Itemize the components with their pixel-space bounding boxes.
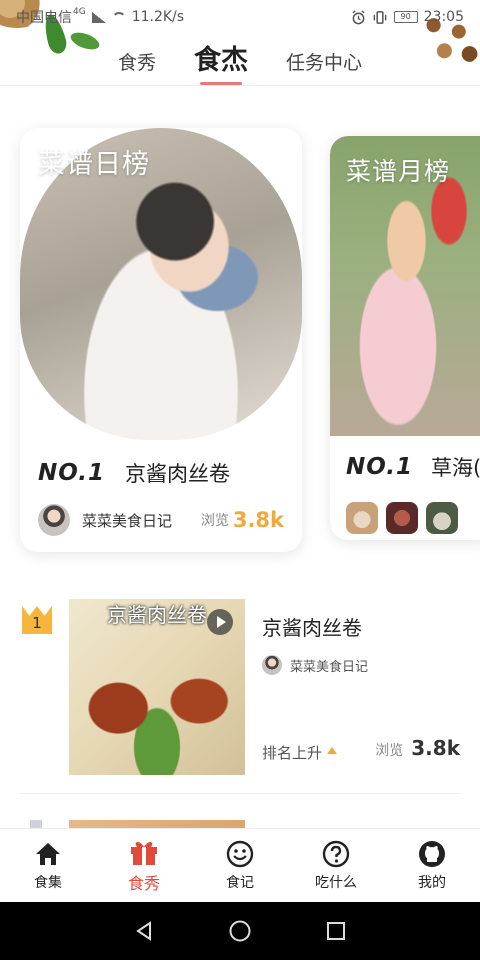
top-tab-bar: 食秀 食杰 任务中心 [0, 34, 480, 86]
nav-item-shixiu[interactable]: 食秀 [96, 829, 192, 902]
nav-item-mine[interactable]: 我的 [384, 829, 480, 902]
monthly-thumbs [346, 502, 458, 534]
home-icon [34, 839, 62, 869]
recipe-thumb[interactable] [386, 502, 418, 534]
nav-label: 食集 [34, 875, 62, 891]
daily-top-dish[interactable]: 京酱肉丝卷 [125, 458, 230, 488]
rank-badge: NO.1 [346, 454, 414, 480]
vibrate-icon [373, 10, 386, 24]
status-left: 中国电信 4G 11.2K/s [16, 7, 184, 27]
nav-item-shiji[interactable]: 食集 [0, 829, 96, 902]
play-icon[interactable] [207, 609, 233, 635]
question-icon [322, 839, 350, 869]
status-right: 90 23:05 [351, 9, 464, 25]
author-name[interactable]: 菜菜美食日记 [82, 510, 201, 531]
daily-ranking-card[interactable]: 菜谱日榜 NO.1 京酱肉丝卷 菜菜美食日记 浏览 3.8k [20, 128, 302, 552]
crown-icon [30, 820, 42, 828]
battery-icon: 90 [393, 11, 418, 23]
github-icon [418, 839, 446, 869]
daily-author-row: 菜菜美食日记 浏览 3.8k [38, 504, 284, 536]
recipe-rank-list: 1 京酱肉丝卷 京酱肉丝卷 菜菜美食日记 排名上升 浏览 3.8k [0, 596, 480, 794]
daily-top-row: NO.1 京酱肉丝卷 [38, 458, 230, 488]
battery-level: 90 [400, 12, 411, 21]
home-button-icon[interactable] [220, 911, 260, 951]
recipe-photo[interactable]: 京酱肉丝卷 [69, 599, 245, 775]
gift-icon [129, 837, 159, 867]
rank-badge: NO.1 [38, 460, 106, 486]
system-nav-bar [0, 902, 480, 960]
rank-number: 1 [32, 614, 42, 632]
alarm-icon [352, 9, 365, 24]
signal-icon [91, 11, 106, 23]
recents-icon[interactable] [316, 911, 356, 951]
network-speed: 11.2K/s [131, 9, 185, 25]
recipe-thumb[interactable] [426, 502, 458, 534]
daily-ranking-label: 菜谱日榜 [38, 149, 150, 180]
views-label: 浏览 [375, 743, 404, 759]
app-screen: 中国电信 4G 11.2K/s 90 23:05 食秀 食杰 任务中心 菜谱日榜… [0, 0, 480, 960]
views-count: 3.8k [232, 508, 284, 532]
clock-text: 23:05 [423, 9, 464, 25]
nav-label: 食秀 [127, 874, 160, 893]
bottom-nav: 食集 食秀 食记 吃什么 我的 [0, 828, 480, 902]
tab-shixiu[interactable]: 食秀 [118, 48, 156, 85]
monthly-top-dish[interactable]: 草海( [431, 452, 480, 482]
wifi-icon [111, 12, 126, 22]
list-item[interactable]: 1 京酱肉丝卷 京酱肉丝卷 菜菜美食日记 排名上升 浏览 3.8k [20, 596, 460, 794]
views-label: 浏览 [200, 513, 229, 529]
recipe-title[interactable]: 京酱肉丝卷 [262, 612, 362, 641]
tab-shijie[interactable]: 食杰 [194, 38, 248, 85]
carrier-text: 中国电信 [16, 10, 72, 26]
smile-icon [226, 839, 254, 869]
arrow-up-icon [327, 747, 338, 754]
network-type: 4G [73, 7, 86, 17]
author-name[interactable]: 菜菜美食日记 [290, 656, 368, 675]
nav-item-shiji-notes[interactable]: 食记 [192, 829, 288, 902]
recipe-views: 浏览 3.8k [375, 736, 460, 760]
avatar[interactable] [262, 655, 282, 675]
tab-task-center[interactable]: 任务中心 [286, 48, 362, 85]
crown-icon: 1 [22, 600, 52, 634]
nav-item-what-to-eat[interactable]: 吃什么 [288, 829, 384, 902]
avatar[interactable] [38, 504, 70, 536]
recipe-thumb[interactable] [346, 502, 378, 534]
status-bar: 中国电信 4G 11.2K/s 90 23:05 [0, 0, 480, 34]
rank-change-text: 排名上升 [262, 744, 323, 762]
views-count: 3.8k [411, 736, 460, 760]
rank-change: 排名上升 [262, 742, 338, 763]
recipe-author-row: 菜菜美食日记 [262, 655, 368, 675]
nav-label: 我的 [418, 875, 446, 891]
back-icon[interactable] [124, 911, 164, 951]
monthly-ranking-card[interactable]: 菜谱月榜 NO.1 草海( [330, 136, 480, 540]
monthly-top-row: NO.1 草海( [346, 452, 480, 482]
monthly-ranking-label: 菜谱月榜 [346, 157, 451, 186]
ranking-carousel[interactable]: 菜谱日榜 NO.1 京酱肉丝卷 菜菜美食日记 浏览 3.8k 菜谱月榜 NO.1… [0, 122, 480, 562]
nav-label: 食记 [226, 875, 254, 891]
nav-label: 吃什么 [315, 875, 357, 891]
